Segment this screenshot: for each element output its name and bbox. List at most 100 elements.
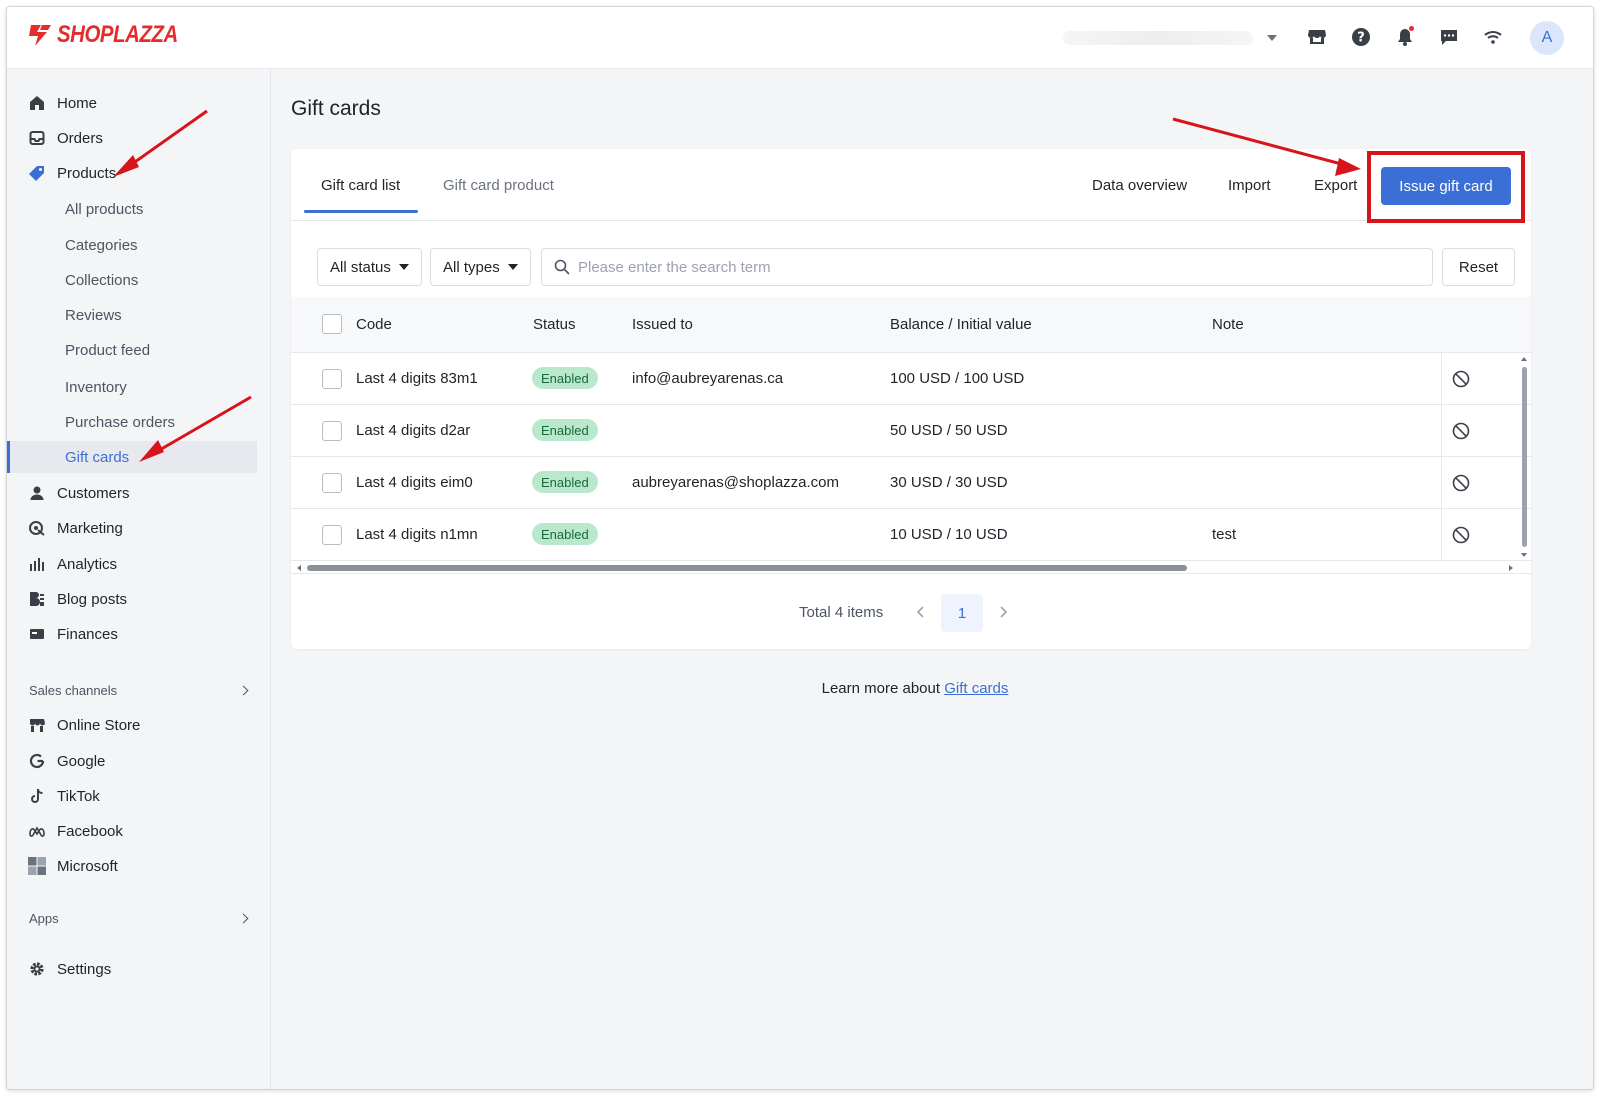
next-page-button[interactable] <box>991 598 1015 626</box>
balance-cell: 30 USD / 30 USD <box>890 474 1008 491</box>
sidebar-subitem-gift-cards[interactable]: Gift cards <box>7 441 257 473</box>
disable-icon[interactable] <box>1452 474 1470 492</box>
table-row[interactable]: Last 4 digits d2ar Enabled 50 USD / 50 U… <box>291 405 1531 457</box>
wifi-icon[interactable] <box>1481 25 1505 49</box>
disable-icon[interactable] <box>1452 526 1470 544</box>
scroll-right-icon[interactable] <box>1507 564 1515 572</box>
sidebar-item-analytics[interactable]: Analytics <box>7 548 257 580</box>
status-filter[interactable]: All status <box>317 248 422 286</box>
issued-to-cell: info@aubreyarenas.ca <box>632 370 784 387</box>
message-icon[interactable] <box>1437 25 1461 49</box>
scroll-up-icon[interactable] <box>1520 355 1528 363</box>
search-input[interactable] <box>578 258 1398 276</box>
sidebar-subitem-inventory[interactable]: Inventory <box>7 371 257 403</box>
chevron-down-icon <box>1267 35 1277 41</box>
sidebar-item-settings[interactable]: Settings <box>7 953 257 985</box>
store-name-redacted <box>1063 31 1253 45</box>
sidebar-item-label: Google <box>57 752 106 770</box>
sidebar-item-customers[interactable]: Customers <box>7 477 257 509</box>
shoplazza-logo[interactable]: SHOPLAZZA <box>27 21 199 49</box>
code-cell[interactable]: Last 4 digits eim0 <box>356 474 473 491</box>
prev-page-button[interactable] <box>909 598 933 626</box>
sidebar-item-microsoft[interactable]: Microsoft <box>7 850 257 882</box>
horizontal-scroll-thumb[interactable] <box>307 565 1187 571</box>
sidebar-item-label: Products <box>57 164 117 182</box>
sidebar-item-finances[interactable]: Finances <box>7 618 257 650</box>
gear-icon <box>27 959 47 979</box>
sidebar-item-orders[interactable]: Orders <box>7 122 257 154</box>
column-code: Code <box>356 316 392 333</box>
table-row[interactable]: Last 4 digits 83m1 Enabled info@aubreyar… <box>291 353 1531 405</box>
sidebar-item-home[interactable]: Home <box>7 87 257 119</box>
code-cell[interactable]: Last 4 digits n1mn <box>356 526 478 543</box>
app-window: SHOPLAZZA ? A Home Orders Products All p… <box>6 6 1594 1090</box>
tab-bar: Gift card list Gift card product Data ov… <box>291 149 1531 223</box>
chevron-right-icon <box>1000 606 1008 618</box>
row-checkbox[interactable] <box>322 525 342 545</box>
code-cell[interactable]: Last 4 digits 83m1 <box>356 370 478 387</box>
balance-cell: 10 USD / 10 USD <box>890 526 1008 543</box>
store-switcher[interactable] <box>1047 27 1277 49</box>
status-badge: Enabled <box>532 367 598 389</box>
home-icon <box>27 93 47 113</box>
storefront-icon[interactable] <box>1305 25 1329 49</box>
sidebar-subitem-categories[interactable]: Categories <box>7 229 257 261</box>
sidebar-item-label: Analytics <box>57 555 118 573</box>
horizontal-scrollbar[interactable] <box>295 563 1521 573</box>
marketing-icon <box>27 518 47 538</box>
search-box[interactable] <box>541 248 1433 286</box>
apps-section[interactable]: Apps <box>29 911 251 926</box>
export-button[interactable]: Export <box>1314 177 1357 194</box>
page-1-button[interactable]: 1 <box>941 594 983 632</box>
status-badge: Enabled <box>532 419 598 441</box>
data-overview-button[interactable]: Data overview <box>1092 177 1187 194</box>
vertical-scrollbar[interactable] <box>1520 355 1528 561</box>
orders-icon <box>27 128 47 148</box>
import-button[interactable]: Import <box>1228 177 1271 194</box>
page-title: Gift cards <box>291 97 381 120</box>
sidebar-item-blog-posts[interactable]: Blog posts <box>7 583 257 615</box>
caret-down-icon <box>507 264 518 270</box>
type-filter[interactable]: All types <box>430 248 531 286</box>
scroll-down-icon[interactable] <box>1520 551 1528 559</box>
code-cell[interactable]: Last 4 digits d2ar <box>356 422 470 439</box>
table-row[interactable]: Last 4 digits n1mn Enabled 10 USD / 10 U… <box>291 509 1531 561</box>
sidebar-subitem-all-products[interactable]: All products <box>7 193 257 225</box>
sidebar-item-label: Orders <box>57 129 103 147</box>
sidebar-item-label: Blog posts <box>57 590 128 608</box>
sidebar-subitem-product-feed[interactable]: Product feed <box>7 334 257 366</box>
avatar[interactable]: A <box>1530 21 1564 55</box>
sidebar-item-google[interactable]: Google <box>7 745 257 777</box>
disable-icon[interactable] <box>1452 370 1470 388</box>
tab-gift-card-product[interactable]: Gift card product <box>443 177 554 194</box>
sidebar-subitem-collections[interactable]: Collections <box>7 264 257 296</box>
select-all-checkbox[interactable] <box>322 314 342 334</box>
help-icon[interactable]: ? <box>1349 25 1373 49</box>
sidebar-item-tiktok[interactable]: TikTok <box>7 780 257 812</box>
finances-icon <box>27 624 47 644</box>
table-row[interactable]: Last 4 digits eim0 Enabled aubreyarenas@… <box>291 457 1531 509</box>
scroll-left-icon[interactable] <box>295 564 303 572</box>
sidebar-subitem-purchase-orders[interactable]: Purchase orders <box>7 406 257 438</box>
sidebar-item-label: Marketing <box>57 519 123 537</box>
sidebar-item-products[interactable]: Products <box>7 157 257 189</box>
row-checkbox[interactable] <box>322 421 342 441</box>
status-badge: Enabled <box>532 471 598 493</box>
sidebar-subitem-reviews[interactable]: Reviews <box>7 299 257 331</box>
sidebar-item-online-store[interactable]: Online Store <box>7 709 257 741</box>
disable-icon[interactable] <box>1452 422 1470 440</box>
bell-icon[interactable] <box>1393 25 1417 49</box>
sidebar-item-marketing[interactable]: Marketing <box>7 512 257 544</box>
row-checkbox[interactable] <box>322 473 342 493</box>
row-checkbox[interactable] <box>322 369 342 389</box>
sidebar-item-label: TikTok <box>57 787 100 805</box>
reset-button[interactable]: Reset <box>1442 248 1515 286</box>
tab-gift-card-list[interactable]: Gift card list <box>321 177 400 194</box>
sidebar-item-label: Facebook <box>57 822 123 840</box>
brand-name: SHOPLAZZA <box>57 21 178 48</box>
column-status: Status <box>533 316 576 333</box>
gift-cards-help-link[interactable]: Gift cards <box>944 680 1008 697</box>
sidebar-item-facebook[interactable]: Facebook <box>7 815 257 847</box>
vertical-scroll-thumb[interactable] <box>1522 367 1527 547</box>
microsoft-icon <box>27 856 47 876</box>
